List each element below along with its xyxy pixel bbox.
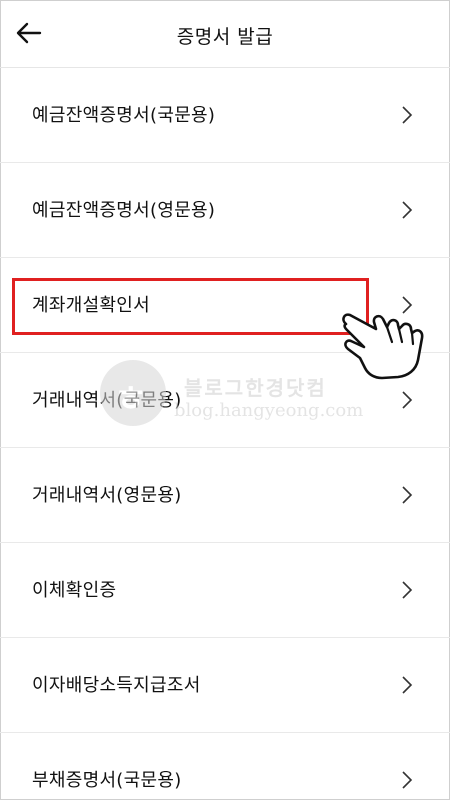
list-item-label: 거래내역서(국문용) xyxy=(32,390,182,411)
list-item-interest-dividend-statement[interactable]: 이자배당소득지급조서 xyxy=(0,638,450,733)
list-item-label: 예금잔액증명서(국문용) xyxy=(32,105,216,126)
list-item-debt-certificate-korean[interactable]: 부채증명서(국문용) xyxy=(0,733,450,800)
chevron-right-icon xyxy=(402,106,413,124)
list-item-deposit-balance-korean[interactable]: 예금잔액증명서(국문용) xyxy=(0,68,450,163)
list-item-label: 계좌개설확인서 xyxy=(32,295,151,316)
chevron-right-icon xyxy=(402,391,413,409)
chevron-right-icon xyxy=(402,581,413,599)
certificate-list: 예금잔액증명서(국문용) 예금잔액증명서(영문용) 계좌개설확인서 거래내역서(… xyxy=(0,68,450,800)
list-item-label: 예금잔액증명서(영문용) xyxy=(32,200,216,221)
chevron-right-icon xyxy=(402,201,413,219)
list-item-transaction-history-korean[interactable]: 거래내역서(국문용) xyxy=(0,353,450,448)
list-item-transaction-history-english[interactable]: 거래내역서(영문용) xyxy=(0,448,450,543)
list-item-account-opening-confirmation[interactable]: 계좌개설확인서 xyxy=(0,258,450,353)
app-header: 증명서 발급 xyxy=(0,0,450,68)
list-item-deposit-balance-english[interactable]: 예금잔액증명서(영문용) xyxy=(0,163,450,258)
list-item-label: 이체확인증 xyxy=(32,580,117,601)
list-item-label: 거래내역서(영문용) xyxy=(32,485,182,506)
chevron-right-icon xyxy=(402,486,413,504)
page-title: 증명서 발급 xyxy=(176,26,274,48)
list-item-label: 이자배당소득지급조서 xyxy=(32,675,201,696)
chevron-right-icon xyxy=(402,771,413,789)
chevron-right-icon xyxy=(402,296,413,314)
list-item-transfer-confirmation[interactable]: 이체확인증 xyxy=(0,543,450,638)
chevron-right-icon xyxy=(402,676,413,694)
list-item-label: 부채증명서(국문용) xyxy=(32,770,182,791)
